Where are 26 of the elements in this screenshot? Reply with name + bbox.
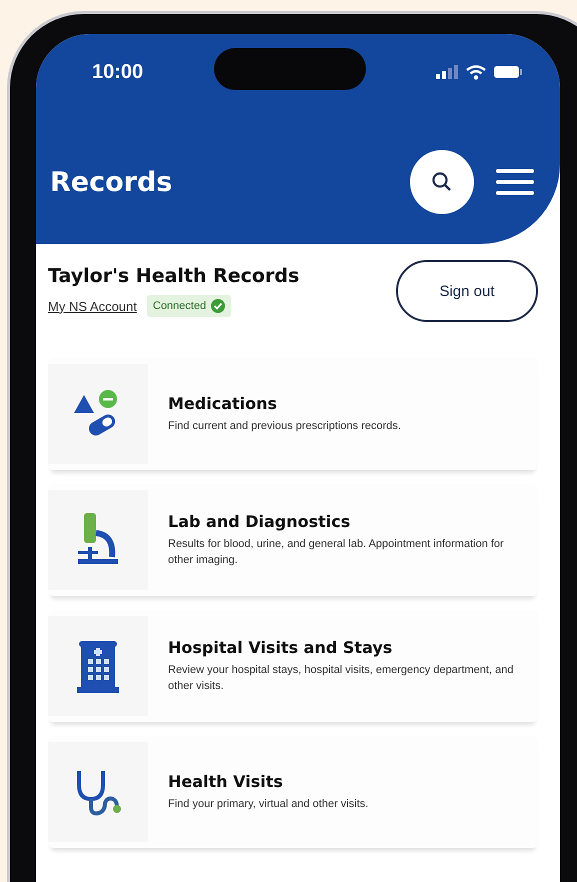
status-time: 10:00 [92,60,144,84]
record-category-card[interactable]: Health Visits Find your primary, virtual and other visits. [48,736,538,848]
category-title: Hospital Visits and Stays [168,638,394,657]
menu-icon [496,168,534,196]
record-category-card[interactable]: Medications Find current and previous prescriptions records. [48,358,538,470]
category-description: Results for blood, urine, and general lab. Appointment information for other imaging. [168,536,505,568]
battery-icon [494,65,522,79]
connected-badge: Connected [146,295,232,317]
signal-icon [436,65,458,79]
menu-button[interactable] [496,168,534,196]
wifi-icon [466,64,486,80]
sign-out-button[interactable]: Sign out [396,260,538,322]
account-link[interactable]: My NS Account [48,298,137,314]
category-title: Medications [168,394,278,413]
record-category-card[interactable]: Lab and Diagnostics Results for blood, urine, and general lab. Appointment information for other imaging. [48,484,538,596]
records-owner-title: Taylor's Health Records [48,265,300,287]
search-icon [431,171,453,193]
category-description: Find your primary, virtual and other visits. [168,796,370,812]
page-title: Records [50,166,174,198]
category-title: Lab and Diagnostics [168,512,352,531]
hospital-building-icon [77,639,119,693]
category-title: Health Visits [168,772,284,791]
category-description: Review your hospital stays, hospital visits, emergency department, and other visits. [168,662,514,694]
check-icon [211,299,226,313]
category-description: Find current and previous prescriptions records. [168,418,402,434]
record-category-card[interactable]: Hospital Visits and Stays Review your hospital stays, hospital visits, emergency department, and other visits. [48,610,538,722]
